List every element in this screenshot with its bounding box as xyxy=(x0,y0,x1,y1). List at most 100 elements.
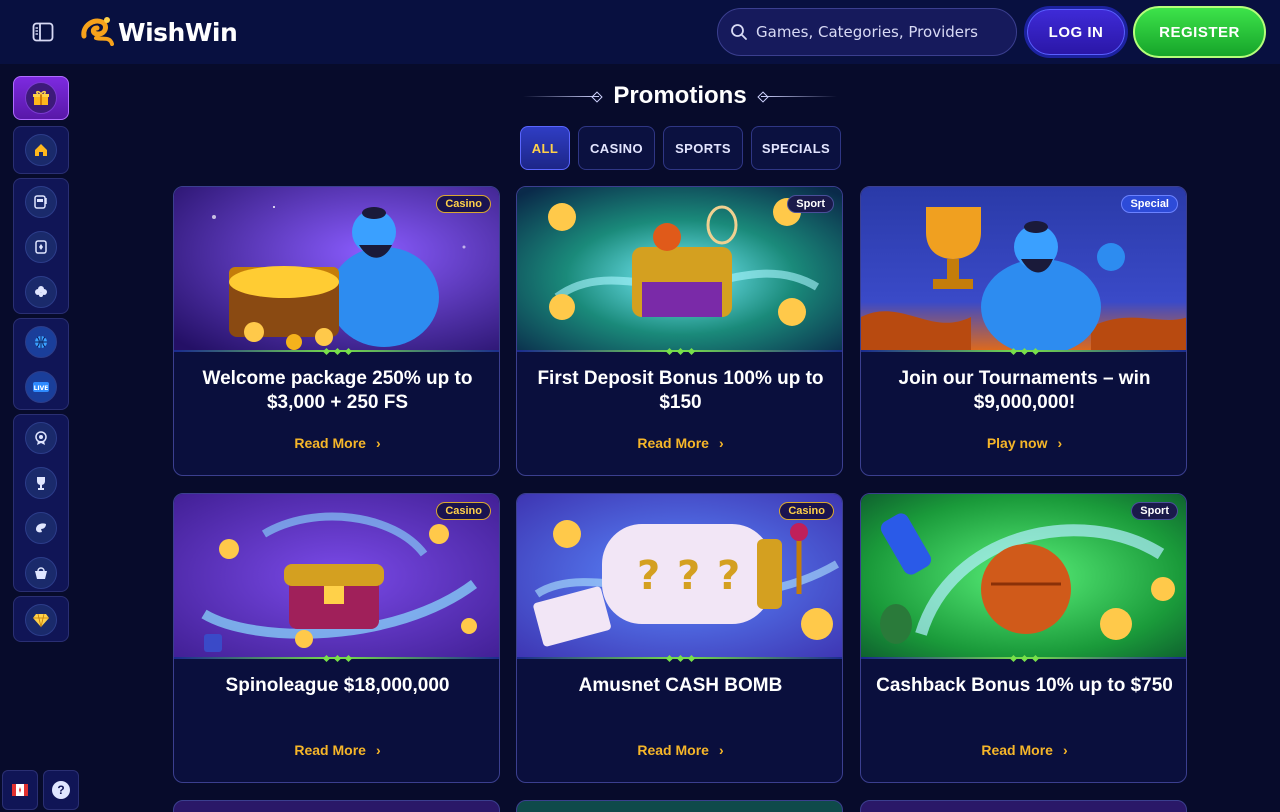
chevron-right-icon: › xyxy=(718,435,724,451)
category-badge: Casino xyxy=(779,502,834,520)
read-more-label: Read More xyxy=(294,435,366,451)
login-button[interactable]: LOG IN xyxy=(1024,6,1128,58)
trophy-icon xyxy=(25,466,57,499)
language-selector[interactable] xyxy=(2,770,38,810)
chevron-right-icon: › xyxy=(718,742,724,758)
live-icon: LIVE xyxy=(25,370,57,403)
gift-icon xyxy=(25,82,57,114)
svg-text:?: ? xyxy=(717,553,740,599)
tab-casino[interactable]: CASINO xyxy=(578,126,655,170)
sidebar-item-home[interactable] xyxy=(14,127,68,172)
sidebar-group-sports: LIVE xyxy=(13,318,69,410)
page-title-row: Promotions xyxy=(520,80,840,112)
sidebar-group-vip xyxy=(13,596,69,642)
search-icon xyxy=(731,24,747,40)
read-more-label: Read More xyxy=(637,742,709,758)
play-now-label: Play now xyxy=(986,435,1048,451)
title-ornament-right xyxy=(760,95,837,97)
card-divider-ornament xyxy=(1008,346,1040,356)
promo-card-welcome[interactable]: Casino Welcome package 250% up to $3,000… xyxy=(173,186,500,476)
cards-icon xyxy=(25,230,57,263)
card-divider-ornament xyxy=(321,346,353,356)
diamond-icon xyxy=(25,603,57,636)
register-button[interactable]: REGISTER xyxy=(1133,6,1266,58)
card-divider-ornament xyxy=(1008,653,1040,663)
card-divider-ornament xyxy=(664,346,696,356)
search-input[interactable] xyxy=(756,23,996,41)
sidebar-item-fast-games[interactable] xyxy=(14,505,68,550)
svg-text:LIVE: LIVE xyxy=(34,385,49,392)
promo-card-tournaments[interactable]: Special Join our Tournaments – win $9,00… xyxy=(860,186,1187,476)
genie-logo-icon xyxy=(81,17,114,46)
promo-card-amusnet[interactable]: ? ? ? Casino Amusnet CASH BOMB Read More… xyxy=(516,493,843,783)
read-more-link[interactable]: Read More › xyxy=(861,740,1186,760)
category-badge: Sport xyxy=(1131,502,1178,520)
category-badge: Special xyxy=(1121,195,1178,213)
read-more-label: Read More xyxy=(637,435,709,451)
chevron-right-icon: › xyxy=(375,435,381,451)
promo-card-cashback[interactable]: Sport Cashback Bonus 10% up to $750 Read… xyxy=(860,493,1187,783)
category-badge: Casino xyxy=(436,195,491,213)
promo-card-peek[interactable] xyxy=(173,800,500,812)
top-header: WishWin LOG IN REGISTER xyxy=(0,0,1280,64)
page-title: Promotions xyxy=(613,82,747,109)
sidebar: LIVE ? xyxy=(0,64,80,812)
sidebar-item-sports[interactable] xyxy=(14,319,68,364)
sidebar-item-loyalty[interactable] xyxy=(14,415,68,460)
home-icon xyxy=(25,133,57,166)
promo-title: Spinoleague $18,000,000 xyxy=(225,675,450,696)
basketball-icon xyxy=(25,325,57,358)
sidebar-group-rewards xyxy=(13,414,69,592)
promo-card-spinoleague[interactable]: Casino Spinoleague $18,000,000 Read More… xyxy=(173,493,500,783)
category-badge: Sport xyxy=(787,195,834,213)
read-more-link[interactable]: Read More › xyxy=(517,433,842,453)
chevron-right-icon: › xyxy=(1057,435,1063,451)
sidebar-item-promotions[interactable] xyxy=(13,76,69,120)
category-badge: Casino xyxy=(436,502,491,520)
sidebar-group-casino xyxy=(13,178,69,314)
clover-icon xyxy=(25,275,57,308)
promotion-filter-tabs: ALL CASINO SPORTS SPECIALS xyxy=(520,126,841,170)
read-more-label: Read More xyxy=(981,742,1053,758)
promo-title: Welcome package 250% up to $3,000 + 250 … xyxy=(202,368,473,413)
sidebar-item-lucky[interactable] xyxy=(14,269,68,314)
shop-icon xyxy=(25,556,57,589)
title-ornament-left xyxy=(523,95,600,97)
sidebar-item-slots[interactable] xyxy=(14,179,68,224)
svg-text:?: ? xyxy=(637,553,660,599)
read-more-link[interactable]: Read More › xyxy=(174,740,499,760)
tab-all[interactable]: ALL xyxy=(520,126,570,170)
promo-title: Join our Tournaments – win $9,000,000! xyxy=(898,368,1151,413)
read-more-link[interactable]: Read More › xyxy=(517,740,842,760)
fast-icon xyxy=(25,511,57,544)
card-divider-ornament xyxy=(664,653,696,663)
sidebar-group-home xyxy=(13,126,69,174)
medal-icon xyxy=(25,421,57,454)
promo-card-peek[interactable] xyxy=(516,800,843,812)
sidebar-item-live[interactable]: LIVE xyxy=(14,364,68,409)
read-more-link[interactable]: Read More › xyxy=(174,433,499,453)
promo-title: First Deposit Bonus 100% up to $150 xyxy=(537,368,824,413)
svg-text:?: ? xyxy=(677,553,700,599)
sidebar-item-tournaments[interactable] xyxy=(14,460,68,505)
sidebar-item-vip[interactable] xyxy=(14,597,68,642)
card-divider-ornament xyxy=(321,653,353,663)
sidebar-item-table-games[interactable] xyxy=(14,224,68,269)
chevron-right-icon: › xyxy=(1062,742,1068,758)
promo-card-first-deposit[interactable]: Sport First Deposit Bonus 100% up to $15… xyxy=(516,186,843,476)
slot-machine-icon xyxy=(25,185,57,218)
chevron-right-icon: › xyxy=(375,742,381,758)
tab-sports[interactable]: SPORTS xyxy=(663,126,743,170)
sidebar-item-shop[interactable] xyxy=(14,550,68,595)
search-bar[interactable] xyxy=(717,8,1017,56)
promo-title: Cashback Bonus 10% up to $750 xyxy=(876,675,1173,696)
help-icon: ? xyxy=(52,781,70,799)
tab-specials[interactable]: SPECIALS xyxy=(751,126,841,170)
play-now-link[interactable]: Play now › xyxy=(861,433,1186,453)
logo[interactable]: WishWin xyxy=(80,14,238,50)
logo-text: WishWin xyxy=(118,17,238,47)
promo-title: Amusnet CASH BOMB xyxy=(578,675,783,696)
sidebar-toggle-icon[interactable] xyxy=(30,19,56,45)
help-button[interactable]: ? xyxy=(43,770,79,810)
promo-card-peek[interactable] xyxy=(860,800,1187,812)
